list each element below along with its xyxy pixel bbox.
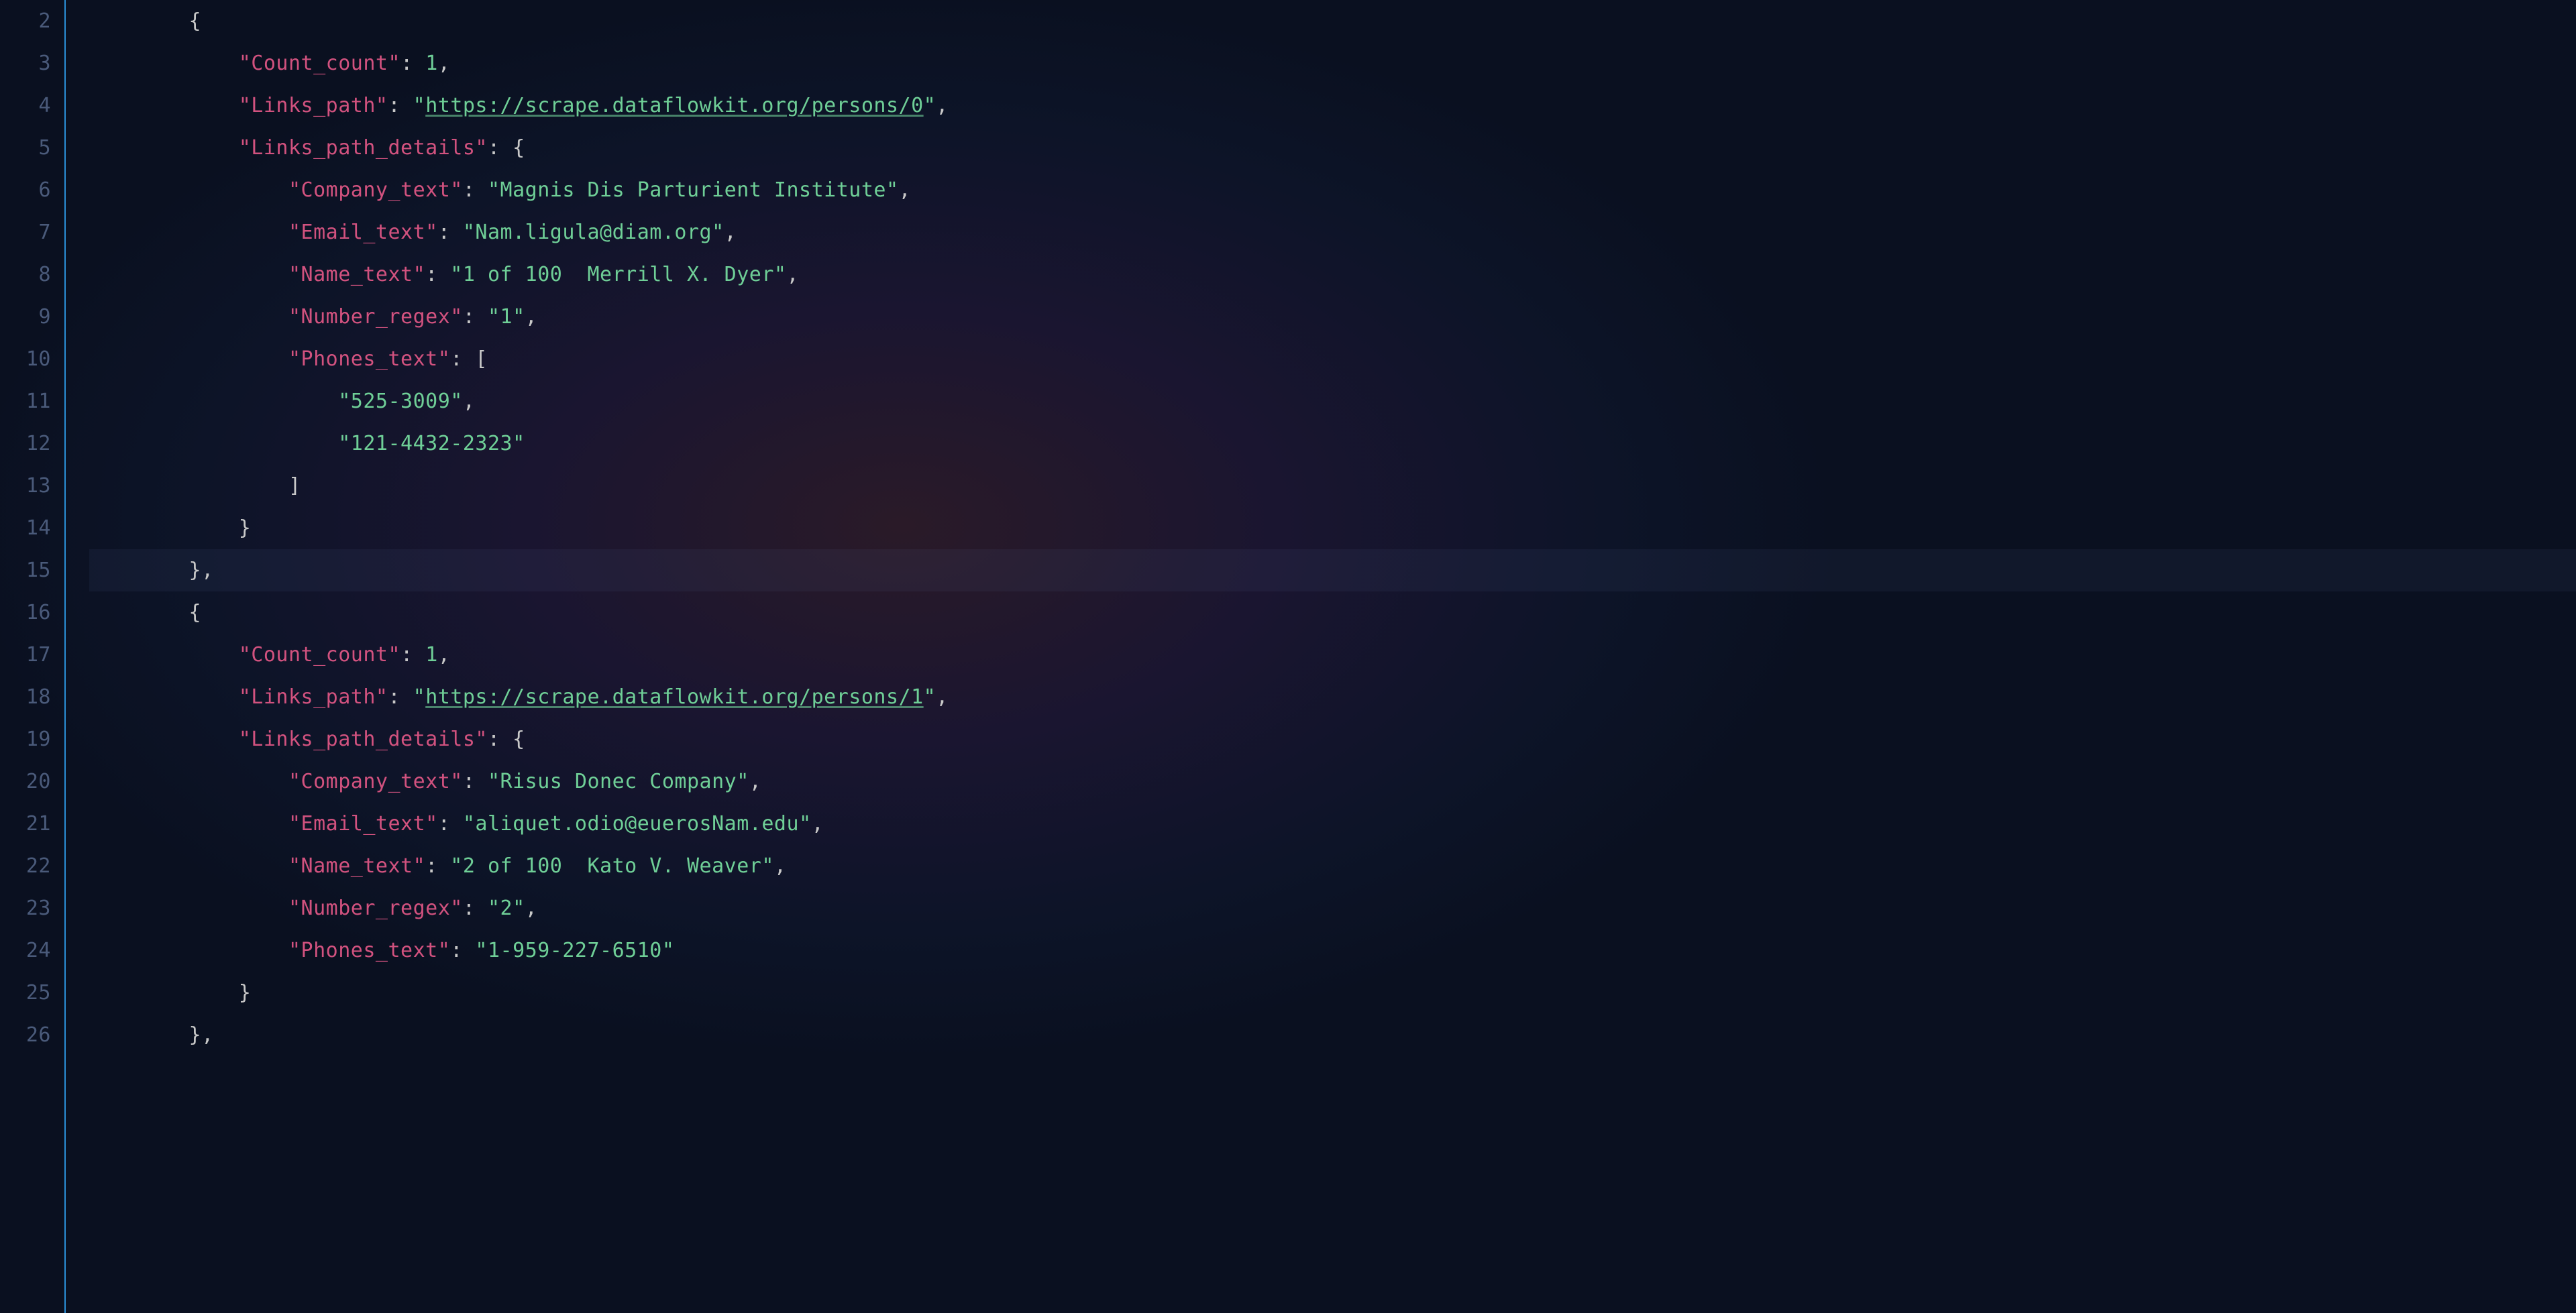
line-number: 26 xyxy=(9,1014,51,1056)
line-number: 9 xyxy=(9,296,51,338)
val-name: "1 of 100 Merrill X. Dyer" xyxy=(450,263,786,286)
line-number: 19 xyxy=(9,718,51,760)
code-line[interactable]: "Number_regex": "1", xyxy=(89,296,2576,338)
line-number: 23 xyxy=(9,887,51,929)
key-links: "Links_path" xyxy=(239,685,388,709)
brace-close: } xyxy=(239,516,252,540)
bracket-close: ] xyxy=(288,474,301,498)
code-line[interactable]: ] xyxy=(89,465,2576,507)
key-phones: "Phones_text" xyxy=(288,939,450,962)
code-line[interactable]: "Email_text": "aliquet.odio@euerosNam.ed… xyxy=(89,803,2576,845)
line-number: 14 xyxy=(9,507,51,549)
code-line[interactable]: "Email_text": "Nam.ligula@diam.org", xyxy=(89,211,2576,253)
line-number: 12 xyxy=(9,422,51,465)
val-email: "aliquet.odio@euerosNam.edu" xyxy=(463,812,812,836)
line-number: 10 xyxy=(9,338,51,380)
line-number: 5 xyxy=(9,127,51,169)
key-count: "Count_count" xyxy=(239,643,400,667)
brace-close: } xyxy=(239,981,252,1005)
line-number: 18 xyxy=(9,676,51,718)
code-line[interactable]: { xyxy=(89,591,2576,634)
brace-open: { xyxy=(189,9,202,33)
code-line[interactable]: "Number_regex": "2", xyxy=(89,887,2576,929)
key-company: "Company_text" xyxy=(288,770,463,793)
line-number: 3 xyxy=(9,42,51,84)
line-number: 15 xyxy=(9,549,51,591)
line-number: 16 xyxy=(9,591,51,634)
line-number: 8 xyxy=(9,253,51,296)
code-line[interactable]: "Links_path_details": { xyxy=(89,127,2576,169)
key-email: "Email_text" xyxy=(288,812,438,836)
val-email: "Nam.ligula@diam.org" xyxy=(463,221,724,244)
code-line[interactable]: "Links_path": "https://scrape.dataflowki… xyxy=(89,84,2576,127)
val-count: 1 xyxy=(425,52,438,75)
line-number: 20 xyxy=(9,760,51,803)
brace-open: { xyxy=(513,728,525,751)
val-links: https://scrape.dataflowkit.org/persons/0 xyxy=(425,94,923,117)
val-phone-1: "121-4432-2323" xyxy=(338,432,525,455)
line-number: 11 xyxy=(9,380,51,422)
key-email: "Email_text" xyxy=(288,221,438,244)
code-line[interactable]: "Company_text": "Risus Donec Company", xyxy=(89,760,2576,803)
key-number: "Number_regex" xyxy=(288,897,463,920)
code-line[interactable]: "Name_text": "1 of 100 Merrill X. Dyer", xyxy=(89,253,2576,296)
code-line[interactable]: "121-4432-2323" xyxy=(89,422,2576,465)
brace-close: } xyxy=(189,559,202,582)
key-details: "Links_path_details" xyxy=(239,728,488,751)
code-line[interactable]: { xyxy=(89,0,2576,42)
line-number: 6 xyxy=(9,169,51,211)
line-number: 7 xyxy=(9,211,51,253)
val-count: 1 xyxy=(425,643,438,667)
key-phones: "Phones_text" xyxy=(288,347,450,371)
code-line[interactable]: "Count_count": 1, xyxy=(89,42,2576,84)
key-details: "Links_path_details" xyxy=(239,136,488,160)
key-company: "Company_text" xyxy=(288,178,463,202)
bracket-open: [ xyxy=(475,347,488,371)
key-name: "Name_text" xyxy=(288,263,425,286)
key-name: "Name_text" xyxy=(288,854,425,878)
val-company: "Magnis Dis Parturient Institute" xyxy=(488,178,899,202)
code-line[interactable]: }, xyxy=(89,549,2576,591)
val-company: "Risus Donec Company" xyxy=(488,770,749,793)
line-number: 21 xyxy=(9,803,51,845)
line-number: 2 xyxy=(9,0,51,42)
code-editor[interactable]: 2345678910111213141516171819202122232425… xyxy=(0,0,2576,1313)
code-line[interactable]: "Phones_text": [ xyxy=(89,338,2576,380)
line-number: 24 xyxy=(9,929,51,972)
code-line[interactable]: } xyxy=(89,507,2576,549)
val-links: https://scrape.dataflowkit.org/persons/1 xyxy=(425,685,923,709)
code-line[interactable]: }, xyxy=(89,1014,2576,1056)
val-number: "2" xyxy=(488,897,525,920)
code-line[interactable]: "525-3009", xyxy=(89,380,2576,422)
code-line[interactable]: "Links_path_details": { xyxy=(89,718,2576,760)
line-number: 4 xyxy=(9,84,51,127)
brace-open: { xyxy=(513,136,525,160)
code-line[interactable]: "Links_path": "https://scrape.dataflowki… xyxy=(89,676,2576,718)
code-area[interactable]: { "Count_count": 1, "Links_path": "https… xyxy=(66,0,2576,1313)
key-number: "Number_regex" xyxy=(288,305,463,329)
brace-close: } xyxy=(189,1023,202,1047)
line-number: 13 xyxy=(9,465,51,507)
line-number: 22 xyxy=(9,845,51,887)
val-number: "1" xyxy=(488,305,525,329)
key-count: "Count_count" xyxy=(239,52,400,75)
line-number: 25 xyxy=(9,972,51,1014)
key-links: "Links_path" xyxy=(239,94,388,117)
line-number-gutter: 2345678910111213141516171819202122232425… xyxy=(0,0,66,1313)
brace-open: { xyxy=(189,601,202,624)
code-line[interactable]: "Count_count": 1, xyxy=(89,634,2576,676)
code-line[interactable]: "Company_text": "Magnis Dis Parturient I… xyxy=(89,169,2576,211)
line-number: 17 xyxy=(9,634,51,676)
code-line[interactable]: "Name_text": "2 of 100 Kato V. Weaver", xyxy=(89,845,2576,887)
code-line[interactable]: "Phones_text": "1-959-227-6510" xyxy=(89,929,2576,972)
val-phones: "1-959-227-6510" xyxy=(475,939,674,962)
val-name: "2 of 100 Kato V. Weaver" xyxy=(450,854,774,878)
code-line[interactable]: } xyxy=(89,972,2576,1014)
val-phone-0: "525-3009" xyxy=(338,390,463,413)
